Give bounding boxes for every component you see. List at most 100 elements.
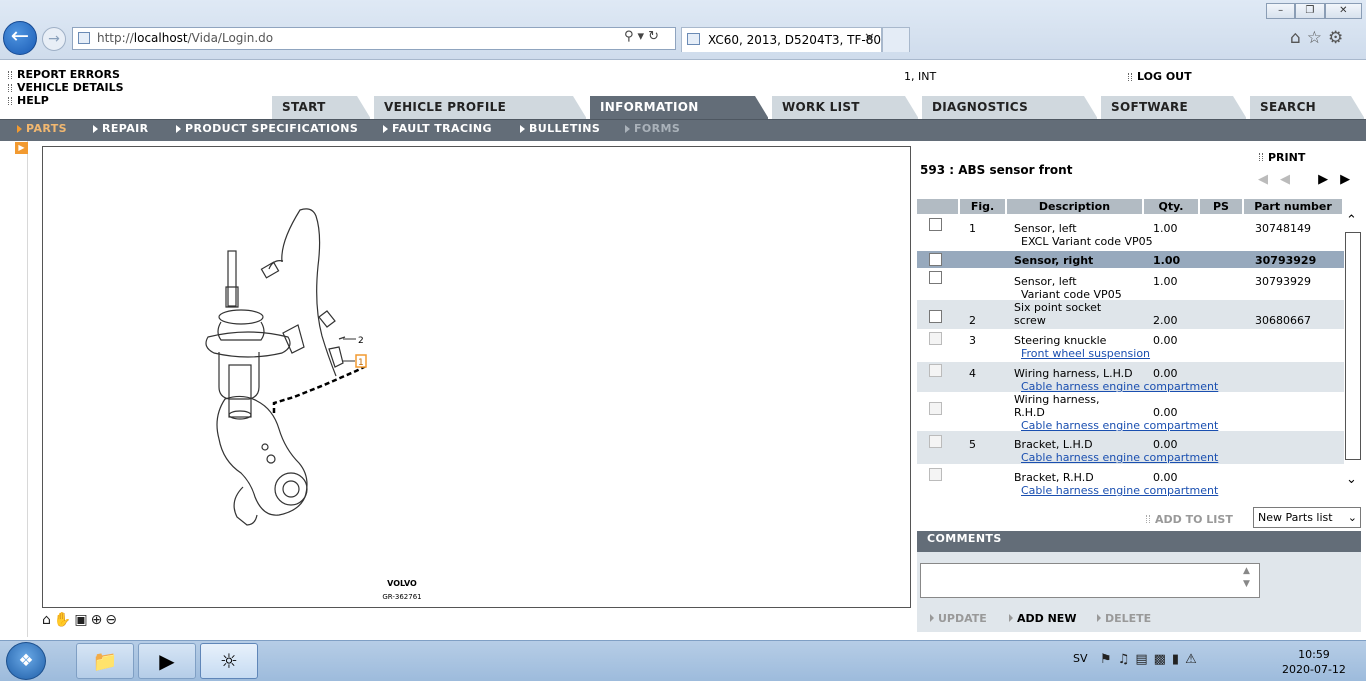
subtab-fault-tracing[interactable]: FAULT TRACING bbox=[382, 122, 492, 135]
scroll-up-icon[interactable]: ⌃ bbox=[1346, 213, 1357, 228]
back-button[interactable]: ← bbox=[3, 21, 37, 55]
chevron-down-icon: ⌄ bbox=[1347, 511, 1357, 524]
address-bar[interactable]: http://localhost/Vida/Login.do bbox=[72, 27, 676, 50]
address-controls[interactable]: ⚲▾↻ bbox=[624, 29, 663, 44]
tab-software[interactable]: SOFTWARE bbox=[1101, 96, 1247, 119]
vehicle-details-link[interactable]: VEHICLE DETAILS bbox=[8, 81, 124, 94]
internet-explorer-taskbar-icon[interactable]: ☼ bbox=[200, 643, 258, 679]
row-part-number: 30793929 bbox=[1255, 275, 1311, 288]
tab-information[interactable]: INFORMATION bbox=[590, 96, 769, 119]
previous-arrow-icon[interactable]: ◀◀ bbox=[1258, 172, 1302, 187]
table-row[interactable]: Wiring harness, R.H.D Cable harness engi… bbox=[917, 392, 1344, 432]
usb-icon[interactable]: ▮ bbox=[1172, 652, 1185, 667]
subtab-parts[interactable]: PARTS bbox=[16, 122, 67, 135]
vm-icon[interactable]: ▩ bbox=[1154, 652, 1172, 667]
row-checkbox[interactable] bbox=[929, 218, 942, 231]
table-row[interactable]: 4 Wiring harness, L.H.D Cable harness en… bbox=[917, 362, 1344, 393]
table-row-selected[interactable]: Sensor, right 1.00 30793929 bbox=[917, 251, 1344, 268]
scroll-down-icon[interactable]: ⌄ bbox=[1346, 472, 1357, 487]
minimize-icon[interactable]: – bbox=[1266, 3, 1296, 19]
dropdown-icon[interactable]: ▾ bbox=[638, 29, 649, 44]
explorer-taskbar-icon[interactable]: 📁 bbox=[76, 643, 134, 679]
media-player-taskbar-icon[interactable]: ▶ bbox=[138, 643, 196, 679]
subtab-bulletins[interactable]: BULLETINS bbox=[519, 122, 600, 135]
callout-2: 2 bbox=[358, 336, 364, 346]
row-checkbox[interactable] bbox=[929, 253, 942, 266]
row-qty: 2.00 bbox=[1153, 314, 1178, 327]
start-button[interactable]: ❖ bbox=[6, 642, 46, 680]
alert-icon[interactable]: ⚠ bbox=[1185, 652, 1203, 667]
forward-button[interactable]: → bbox=[42, 27, 66, 51]
add-new-button[interactable]: ADD NEW bbox=[1008, 612, 1076, 625]
pan-hand-icon[interactable]: ✋ bbox=[54, 612, 74, 628]
logout-link[interactable]: LOG OUT bbox=[1128, 70, 1192, 83]
update-button[interactable]: UPDATE bbox=[929, 612, 987, 625]
tab-vehicle-profile[interactable]: VEHICLE PROFILE bbox=[374, 96, 587, 119]
subtab-forms[interactable]: FORMS bbox=[624, 122, 680, 135]
parts-list-select[interactable]: New Parts list ⌄ bbox=[1253, 507, 1361, 528]
scrollbar-track[interactable] bbox=[1345, 232, 1361, 460]
close-tab-icon[interactable]: ✕ bbox=[864, 31, 875, 46]
browser-tab[interactable]: XC60, 2013, D5204T3, TF-80... bbox=[681, 27, 882, 52]
table-row[interactable]: 2 Six point socket screw 2.00 30680667 bbox=[917, 300, 1344, 329]
table-row[interactable]: Sensor, left Variant code VP05 1.00 3079… bbox=[917, 268, 1344, 301]
table-row[interactable]: Bracket, R.H.D Cable harness engine comp… bbox=[917, 464, 1344, 498]
clock-date: 2020-07-12 bbox=[1282, 663, 1346, 676]
language-indicator[interactable]: SV bbox=[1073, 652, 1088, 665]
row-checkbox bbox=[929, 435, 942, 448]
refresh-icon[interactable]: ↻ bbox=[648, 29, 663, 44]
zoom-in-icon[interactable]: ⊕ bbox=[91, 612, 106, 628]
close-window-icon[interactable]: ✕ bbox=[1324, 3, 1362, 19]
home-icon[interactable]: ⌂ bbox=[1290, 28, 1307, 48]
print-link[interactable]: PRINT bbox=[1258, 151, 1305, 164]
search-icon[interactable]: ⚲ bbox=[624, 29, 638, 44]
add-to-list-button[interactable]: ADD TO LIST bbox=[1146, 513, 1233, 526]
row-description: Six point socket screw bbox=[1014, 301, 1102, 327]
row-qty: 0.00 bbox=[1153, 471, 1178, 484]
table-row[interactable]: 3 Steering knuckle Front wheel suspensio… bbox=[917, 329, 1344, 362]
zoom-out-icon[interactable]: ⊖ bbox=[105, 612, 120, 628]
gear-icon[interactable]: ⚙ bbox=[1328, 28, 1349, 48]
comments-header: COMMENTS bbox=[917, 531, 1361, 552]
expand-tree-icon[interactable]: ▶ bbox=[15, 142, 28, 154]
col-qty: Qty. bbox=[1144, 199, 1198, 214]
tab-search[interactable]: SEARCH bbox=[1250, 96, 1365, 119]
next-arrow-icon[interactable]: ▶▶ bbox=[1318, 172, 1362, 187]
taskbar-clock[interactable]: 10:59 2020-07-12 bbox=[1282, 647, 1346, 677]
delete-button[interactable]: DELETE bbox=[1096, 612, 1151, 625]
row-qty: 1.00 bbox=[1153, 275, 1178, 288]
restore-icon[interactable]: ❐ bbox=[1295, 3, 1325, 19]
col-select bbox=[917, 199, 958, 214]
row-fig: 5 bbox=[969, 438, 976, 451]
row-checkbox[interactable] bbox=[929, 310, 942, 323]
row-qty: 1.00 bbox=[1153, 254, 1181, 267]
help-link[interactable]: HELP bbox=[8, 94, 124, 107]
security-icon[interactable]: ⚑ bbox=[1100, 652, 1118, 667]
illustration-panel: 2 1 VOLVO GR-362761 bbox=[42, 146, 911, 608]
parts-title: 593 : ABS sensor front bbox=[920, 163, 1073, 177]
row-qty: 0.00 bbox=[1153, 438, 1178, 451]
volume-icon[interactable]: ♫ bbox=[1118, 652, 1136, 667]
row-description: Bracket, R.H.D bbox=[1014, 471, 1094, 484]
textarea-scroll-arrows[interactable]: ▲ ▼ bbox=[1243, 565, 1250, 591]
table-row[interactable]: 5 Bracket, L.H.D Cable harness engine co… bbox=[917, 431, 1344, 464]
subtab-repair[interactable]: REPAIR bbox=[92, 122, 149, 135]
fit-window-icon[interactable]: ▣ bbox=[74, 612, 90, 628]
row-link[interactable]: Cable harness engine compartment bbox=[1021, 451, 1218, 464]
report-errors-link[interactable]: REPORT ERRORS bbox=[8, 68, 124, 81]
table-row[interactable]: 1 Sensor, left EXCL Variant code VP05 1.… bbox=[917, 214, 1344, 250]
tab-work-list[interactable]: WORK LIST bbox=[772, 96, 919, 119]
row-link[interactable]: Cable harness engine compartment bbox=[1021, 484, 1218, 497]
row-checkbox[interactable] bbox=[929, 271, 942, 284]
comments-textarea[interactable] bbox=[920, 563, 1260, 598]
tab-start[interactable]: START bbox=[272, 96, 371, 119]
network-icon[interactable]: ▤ bbox=[1135, 652, 1153, 667]
new-tab-button[interactable] bbox=[882, 27, 910, 52]
tab-diagnostics[interactable]: DIAGNOSTICS bbox=[922, 96, 1098, 119]
favorites-star-icon[interactable]: ☆ bbox=[1307, 28, 1328, 48]
home-view-icon[interactable]: ⌂ bbox=[42, 612, 54, 628]
row-checkbox bbox=[929, 364, 942, 377]
row-qty: 0.00 bbox=[1153, 367, 1178, 380]
subtab-product-specifications[interactable]: PRODUCT SPECIFICATIONS bbox=[175, 122, 358, 135]
row-link[interactable]: Front wheel suspension bbox=[1021, 347, 1150, 360]
